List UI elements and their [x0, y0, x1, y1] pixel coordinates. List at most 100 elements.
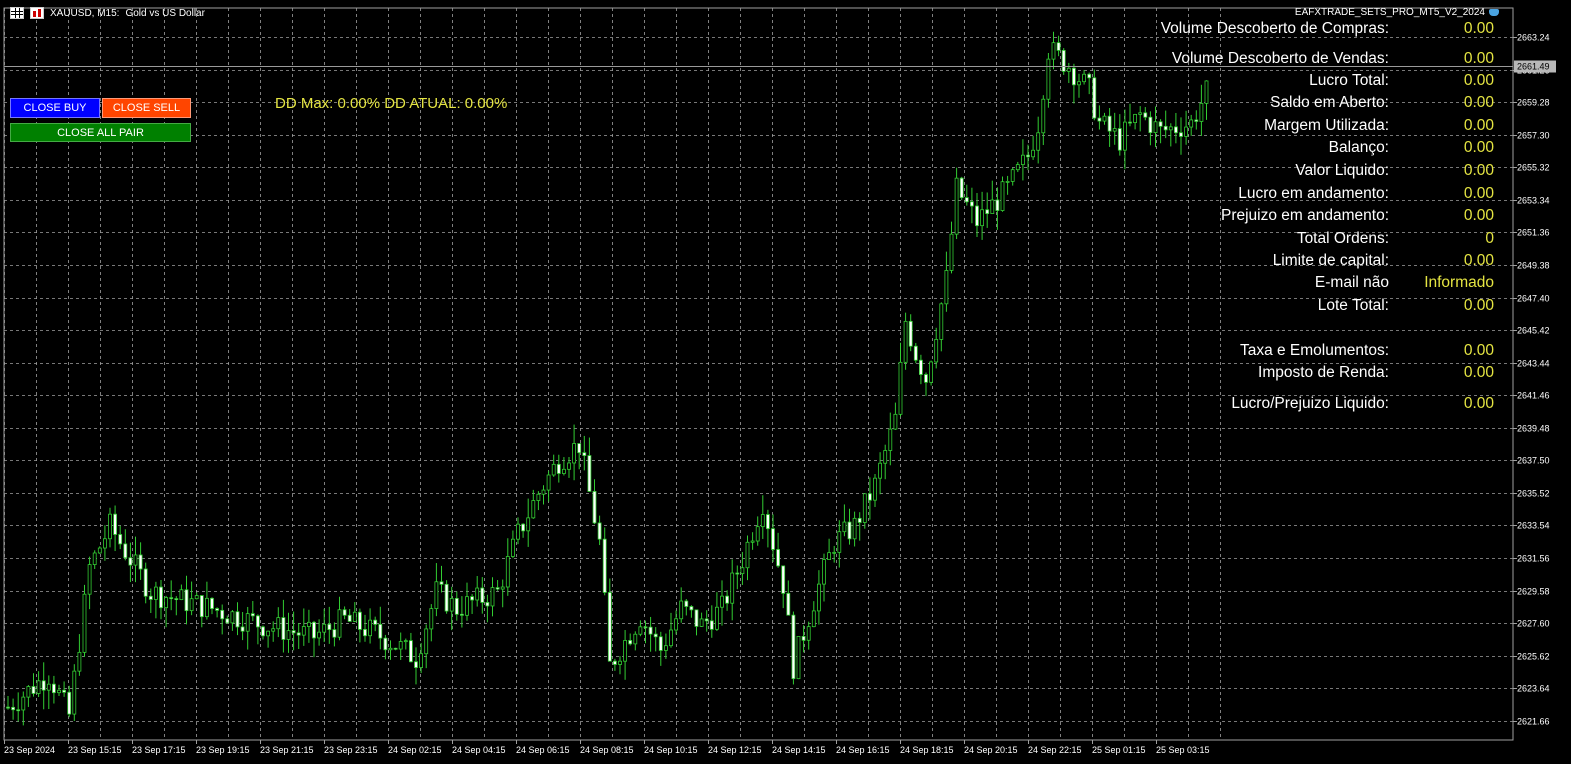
- candle: [1184, 110, 1188, 145]
- candle: [613, 658, 617, 671]
- stat-value: 0.00: [1463, 207, 1494, 224]
- candle: [582, 435, 587, 471]
- candle: [658, 631, 663, 666]
- stat-value: 0.00: [1463, 20, 1494, 37]
- candle: [985, 192, 990, 228]
- candle: [444, 580, 449, 614]
- candle: [1128, 103, 1132, 127]
- y-tick-label: 2655.32: [1517, 163, 1550, 173]
- candle: [750, 532, 755, 550]
- candle: [1031, 135, 1035, 160]
- stat-label: Limite de capital:: [1272, 252, 1389, 269]
- candle: [975, 193, 979, 238]
- candle: [245, 606, 250, 650]
- candle: [174, 596, 179, 616]
- candle: [82, 584, 87, 658]
- stat-value: 0.00: [1463, 72, 1494, 89]
- candle: [567, 456, 571, 478]
- stat-label: E-mail não: [1314, 274, 1389, 291]
- graduation-hat-icon[interactable]: [1489, 9, 1499, 16]
- candle: [587, 437, 592, 492]
- candle: [873, 474, 877, 508]
- candle: [628, 633, 633, 646]
- candle: [143, 562, 148, 604]
- x-tick-label: 24 Sep 08:15: [580, 745, 634, 755]
- candle: [306, 609, 311, 643]
- chart-grid-icon[interactable]: [10, 7, 24, 19]
- candle: [709, 605, 714, 638]
- y-tick-label: 2645.42: [1517, 326, 1550, 336]
- candle: [832, 545, 837, 563]
- candle: [913, 342, 918, 364]
- candle: [862, 493, 867, 529]
- candle: [490, 577, 495, 617]
- candle: [103, 525, 107, 561]
- candle: [1199, 84, 1204, 136]
- candle: [648, 616, 653, 652]
- x-tick-label: 24 Sep 04:15: [452, 745, 506, 755]
- y-tick-label: 2659.28: [1517, 98, 1550, 108]
- price-chart[interactable]: 2663.242661.262659.282657.302655.322653.…: [0, 0, 1571, 764]
- bars-icon[interactable]: [30, 7, 44, 19]
- y-tick-label: 2647.40: [1517, 294, 1550, 304]
- candle: [822, 553, 826, 602]
- candle: [526, 498, 531, 547]
- candle: [837, 520, 842, 568]
- x-tick-label: 23 Sep 2024: [4, 745, 55, 755]
- candle: [133, 536, 138, 583]
- stat-label: Valor Liquido:: [1295, 162, 1389, 179]
- candle: [607, 578, 612, 662]
- y-tick-label: 2641.46: [1517, 391, 1550, 401]
- candle: [771, 514, 775, 562]
- candle: [970, 187, 974, 224]
- candle: [439, 565, 444, 593]
- candle: [898, 342, 903, 417]
- candle: [194, 592, 199, 600]
- candle: [1133, 113, 1137, 130]
- candle: [240, 611, 245, 641]
- y-tick-label: 2653.34: [1517, 196, 1550, 206]
- candle: [363, 614, 367, 642]
- candle: [495, 580, 500, 591]
- candle: [720, 580, 724, 626]
- candle: [995, 187, 1000, 230]
- candle: [939, 302, 944, 352]
- candle: [806, 621, 811, 650]
- candle: [842, 504, 847, 537]
- candle: [189, 581, 194, 616]
- candle: [92, 550, 97, 569]
- candle: [755, 516, 760, 546]
- candle: [301, 608, 306, 646]
- candle: [556, 454, 561, 483]
- candle: [551, 454, 556, 477]
- candle: [169, 580, 174, 611]
- candle: [424, 624, 429, 669]
- candle: [388, 640, 393, 660]
- candle: [459, 596, 464, 628]
- candle: [1092, 69, 1097, 121]
- y-tick-label: 2627.60: [1517, 619, 1550, 629]
- candle: [944, 251, 949, 312]
- close-all-pair-button[interactable]: CLOSE ALL PAIR: [10, 123, 191, 142]
- candle: [684, 598, 689, 616]
- candle: [11, 698, 16, 720]
- stat-label: Lote Total:: [1317, 297, 1389, 314]
- candle: [954, 167, 959, 240]
- close-sell-button[interactable]: CLOSE SELL: [102, 98, 191, 118]
- x-tick-label: 23 Sep 23:15: [324, 745, 378, 755]
- y-tick-label: 2649.38: [1517, 261, 1550, 271]
- candle: [521, 523, 525, 538]
- candle: [1072, 63, 1076, 104]
- y-tick-label: 2637.50: [1517, 456, 1550, 466]
- candle: [332, 622, 337, 647]
- y-tick-label: 2633.54: [1517, 521, 1550, 531]
- candle: [735, 565, 740, 590]
- candle: [1112, 112, 1117, 145]
- candle: [128, 542, 133, 583]
- candle: [1077, 73, 1081, 98]
- close-buy-button[interactable]: CLOSE BUY: [10, 98, 100, 118]
- x-tick-label: 24 Sep 16:15: [836, 745, 890, 755]
- candle: [638, 620, 643, 637]
- y-tick-label: 2657.30: [1517, 131, 1550, 141]
- candle: [1082, 69, 1086, 85]
